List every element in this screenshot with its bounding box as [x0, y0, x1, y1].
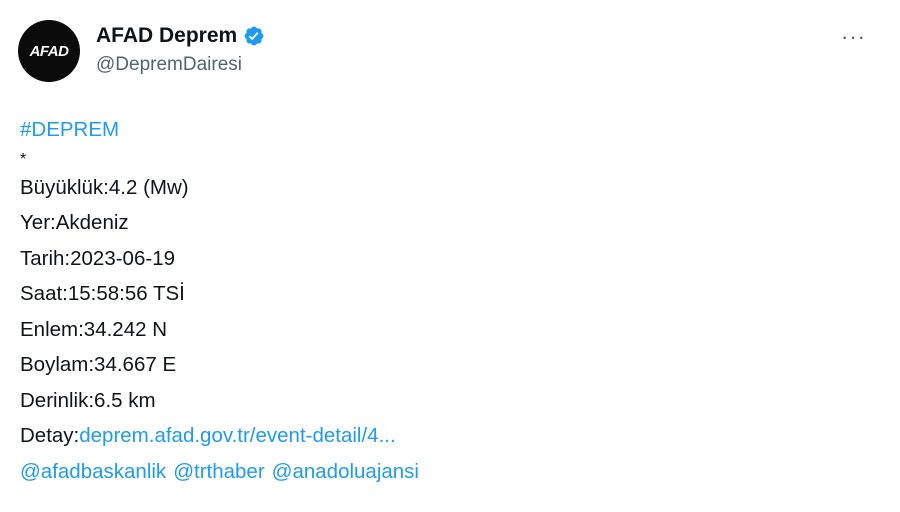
location-line: Yer:Akdeniz	[20, 211, 129, 234]
avatar[interactable]: AFAD	[18, 20, 80, 82]
display-name-row: AFAD Deprem	[96, 24, 265, 48]
mentions-line: @afadbaskanlik @trthaber @anadoluajansi	[20, 454, 426, 490]
hashtag-link[interactable]: #DEPREM	[20, 118, 119, 141]
mention-link[interactable]: @anadoluajansi	[272, 460, 419, 483]
longitude-line: Boylam:34.667 E	[20, 353, 177, 376]
tweet-card: AFAD AFAD Deprem @DepremDairesi ··· #DEP…	[0, 0, 900, 512]
magnitude-line: Büyüklük:4.2 (Mw)	[20, 175, 189, 199]
depth-line: Derinlik:6.5 km	[20, 388, 156, 412]
mention-link[interactable]: @afadbaskanlik	[20, 460, 166, 483]
author-names: AFAD Deprem @DepremDairesi	[96, 24, 265, 76]
time-line: Saat:15:58:56 TSİ	[20, 282, 185, 305]
date-line: Tarih:2023-06-19	[20, 246, 175, 270]
more-options-icon[interactable]: ···	[841, 26, 866, 48]
mention-link[interactable]: @trthaber	[173, 460, 264, 483]
tweet-header: AFAD AFAD Deprem @DepremDairesi	[18, 20, 265, 82]
verified-badge-icon	[243, 25, 265, 47]
tweet-text: #DEPREM * Büyüklük:4.2 (Mw) Yer:Akdeniz …	[20, 112, 426, 489]
detail-label: Detay:	[20, 424, 80, 447]
display-name[interactable]: AFAD Deprem	[96, 24, 237, 48]
detail-line: Detay:deprem.afad.gov.tr/event-detail/4.…	[20, 418, 426, 454]
separator: *	[20, 150, 27, 168]
latitude-line: Enlem:34.242 N	[20, 317, 168, 341]
user-handle[interactable]: @DepremDairesi	[96, 54, 265, 76]
detail-link[interactable]: deprem.afad.gov.tr/event-detail/4...	[79, 424, 395, 447]
